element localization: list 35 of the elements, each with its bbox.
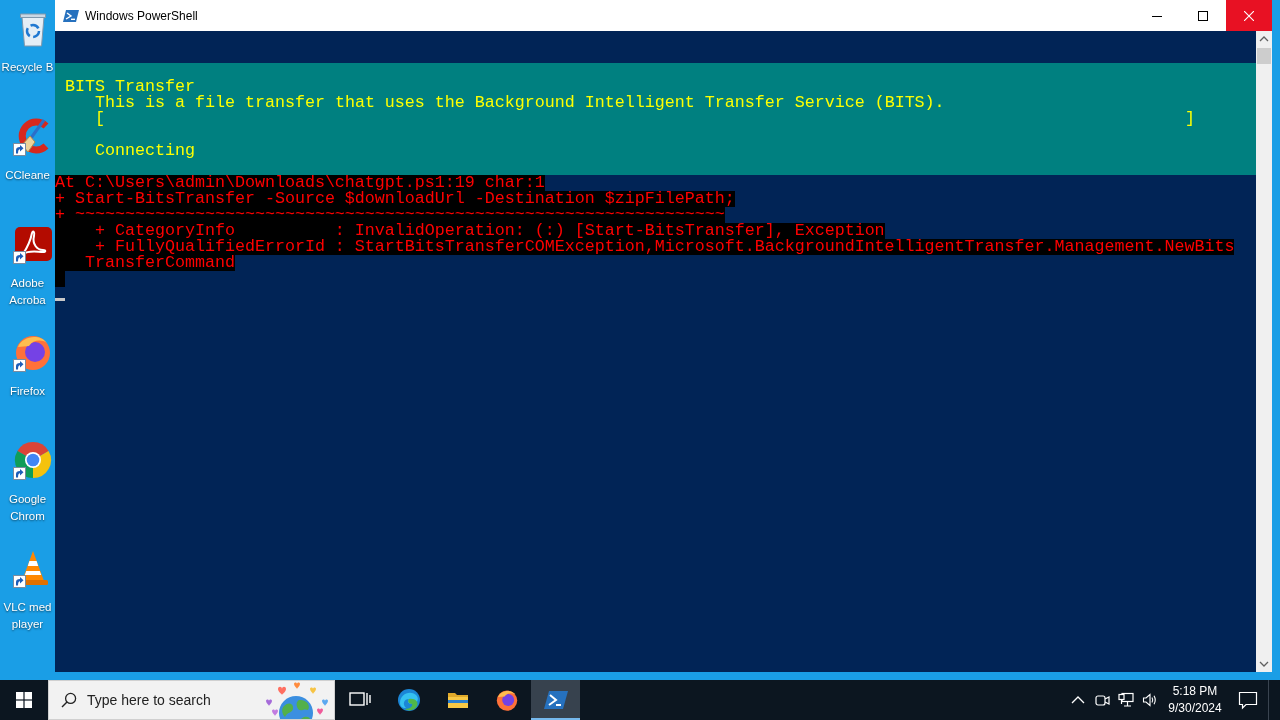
network-icon[interactable] <box>1118 692 1134 708</box>
window-title: Windows PowerShell <box>85 8 198 23</box>
progress-bar-start: [ <box>95 111 105 127</box>
terminal-icon <box>63 7 79 24</box>
desktop-icon-label: Google Chrom <box>8 493 47 522</box>
windows-logo-icon <box>16 692 32 708</box>
desktop-icon-label: Adobe Acroba <box>9 277 46 306</box>
scrollbar-thumb[interactable] <box>1257 48 1271 64</box>
maximize-icon <box>1198 10 1208 21</box>
desktop-icon-label: VLC med player <box>3 601 52 630</box>
fox-globe-icon <box>494 688 519 712</box>
progress-description: This is a file transfer that uses the Background Intelligent Transfer Service (BITS). <box>95 93 945 112</box>
notifications-icon[interactable] <box>1238 690 1258 710</box>
clock-time[interactable]: 5:18 PM <box>1172 683 1218 700</box>
camera-icon[interactable] <box>1094 692 1110 708</box>
curl-tile-icon[interactable] <box>12 224 53 264</box>
progress-bar-end: ] <box>1185 111 1195 127</box>
clock-date[interactable]: 9/30/2024 <box>1168 700 1222 717</box>
close-icon <box>1244 10 1254 21</box>
swirl-icon <box>396 688 421 712</box>
speaker-icon[interactable] <box>1142 692 1158 708</box>
desktop-icon-label: CCleane <box>5 169 50 181</box>
text-cursor <box>55 298 65 301</box>
desktop-icon-label: Firefox <box>9 385 46 397</box>
search-input[interactable]: Type here to search <box>87 692 225 708</box>
desktop-icon-label: Recycle B <box>1 61 54 73</box>
progress-status: Connecting <box>95 141 195 160</box>
progress-heading: BITS Transfer <box>65 77 195 96</box>
search-bar[interactable]: Type here to search <box>48 680 335 720</box>
text-highlight-block <box>55 271 65 287</box>
scrollbar[interactable] <box>1256 31 1272 672</box>
browser-wheel-icon[interactable] <box>12 440 53 480</box>
terminal-icon <box>543 688 568 712</box>
search-icon <box>61 692 77 708</box>
taskbar-button[interactable] <box>531 680 580 720</box>
